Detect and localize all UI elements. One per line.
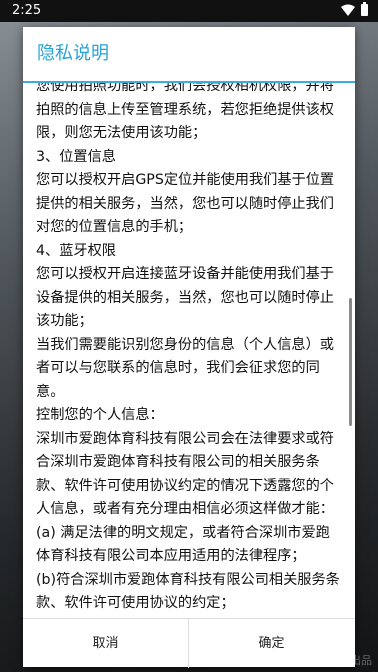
paragraph: 您可以授权开启GPS定位并能使用我们基于位置提供的相关服务，当然，您也可以随时停… (36, 172, 335, 235)
battery-icon (361, 2, 368, 16)
confirm-button[interactable]: 确定 (189, 619, 354, 668)
dialog-footer: 取消 确定 (23, 618, 355, 668)
paragraph: 您使用拍照功能时，我们会授权相机权限，并将拍照的信息上传至管理系统，若您拒绝提供… (36, 83, 334, 141)
section-heading: 3、位置信息 (36, 148, 116, 165)
wifi-icon (341, 4, 355, 16)
paragraph: 您可以授权开启连接蓝牙设备并能使用我们基于设备提供的相关服务，当然，您也可以随时… (36, 266, 334, 329)
privacy-dialog: 隐私说明 您使用拍照功能时，我们会授权相机权限，并将拍照的信息上传至管理系统，若… (23, 27, 355, 668)
cancel-button[interactable]: 取消 (23, 619, 188, 668)
paragraph: (b)符合深圳市爱跑体育科技有限公司相关服务条款、软件许可使用协议的约定； (36, 571, 340, 612)
status-icons (341, 2, 368, 16)
paragraph: (a) 满足法律的明文规定，或者符合深圳市爱跑体育科技有限公司本应用适用的法律程… (36, 524, 330, 565)
watermark: 出品 (350, 654, 372, 667)
privacy-content-scroll[interactable]: 您使用拍照功能时，我们会授权相机权限，并将拍照的信息上传至管理系统，若您拒绝提供… (23, 83, 355, 618)
paragraph: 当我们需要能识别您身份的信息（个人信息）或者可以与您联系的信息时，我们会征求您的… (36, 336, 334, 400)
status-time: 2:25 (12, 3, 42, 18)
scrollbar[interactable] (349, 298, 352, 426)
status-bar: 2:25 (0, 0, 378, 22)
privacy-content: 您使用拍照功能时，我们会授权相机权限，并将拍照的信息上传至管理系统，若您拒绝提供… (36, 83, 342, 616)
dialog-title: 隐私说明 (37, 43, 109, 64)
paragraph: 深圳市爱跑体育科技有限公司会在法律要求或符合深圳市爱跑体育科技有限公司的相关服务… (36, 430, 334, 518)
section-heading: 4、蓝牙权限 (36, 242, 116, 259)
section-heading: 控制您的个人信息： (36, 407, 164, 423)
